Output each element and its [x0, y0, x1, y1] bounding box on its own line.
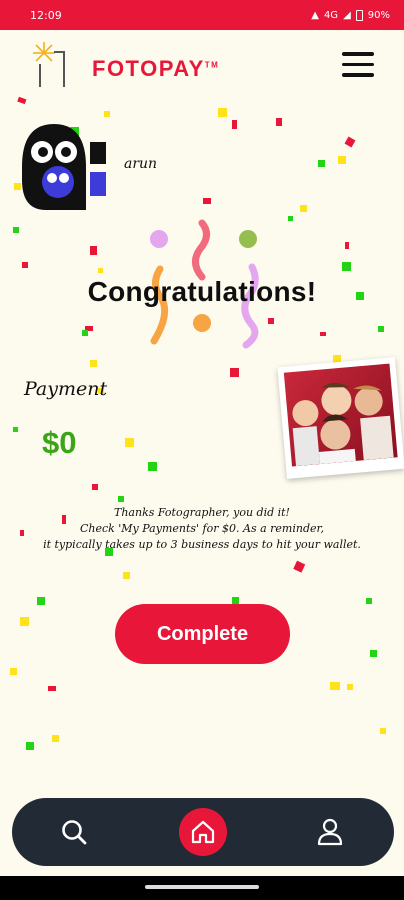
complete-button[interactable]: Complete	[115, 604, 290, 664]
message-line-3: it typically takes up to 3 business days…	[43, 538, 361, 551]
menu-button[interactable]	[342, 52, 374, 80]
network-label: 4G	[323, 9, 339, 21]
message-line-1: Thanks Fotographer, you did it!	[114, 506, 290, 519]
nav-search[interactable]	[50, 808, 98, 856]
payment-label: Payment	[24, 378, 108, 400]
nav-profile[interactable]	[306, 808, 354, 856]
bottom-navigation	[12, 798, 394, 866]
status-icons: ▲ 4G ◢ 90%	[311, 9, 390, 21]
photo-image	[283, 363, 398, 467]
home-gesture-handle[interactable]	[145, 885, 259, 889]
battery-icon	[355, 9, 363, 21]
user-icon	[317, 818, 343, 846]
payment-amount: $0	[42, 425, 77, 460]
camera-flash-icon	[33, 42, 65, 87]
nav-home[interactable]	[179, 808, 227, 856]
status-time: 12:09	[30, 8, 62, 22]
search-icon	[62, 820, 87, 845]
status-bar: 12:09 ▲ 4G ◢ 90%	[0, 0, 404, 30]
fotopay-logo: FOTOPAYTM	[30, 40, 220, 90]
wifi-icon: ◢	[343, 9, 351, 21]
completion-message: Thanks Fotographer, you did it! Check 'M…	[30, 505, 374, 553]
avatar[interactable]	[16, 120, 110, 214]
username: arun	[124, 156, 158, 172]
celebration-photo	[277, 357, 404, 479]
battery-level: 90%	[367, 9, 390, 21]
congratulations-title: Congratulations!	[87, 276, 317, 307]
system-gesture-bar	[0, 876, 404, 900]
home-icon	[191, 820, 215, 844]
signal-icon: ▲	[311, 9, 319, 21]
hamburger-menu-icon	[342, 52, 374, 56]
logo-text: FOTOPAYTM	[92, 56, 220, 81]
message-line-2: Check 'My Payments' for $0. As a reminde…	[79, 522, 325, 535]
